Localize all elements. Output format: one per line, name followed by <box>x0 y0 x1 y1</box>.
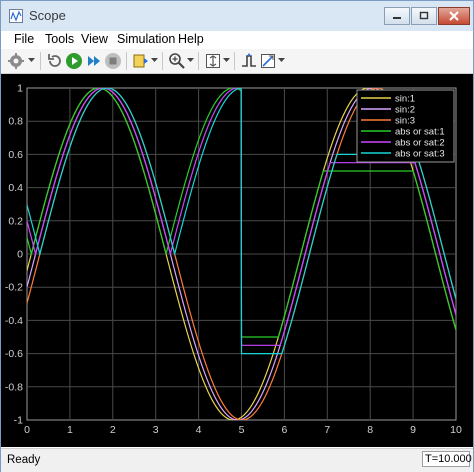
x-tick-label: 2 <box>110 424 116 436</box>
x-tick-label: 8 <box>367 424 373 436</box>
autoscale-icon[interactable] <box>204 52 222 70</box>
y-tick-label: 0.8 <box>8 116 23 128</box>
window-title: Scope <box>29 8 66 23</box>
menu-bar: File Tools View Simulation Help <box>1 31 473 49</box>
title-bar[interactable]: Scope <box>1 1 473 31</box>
chevron-down-icon[interactable] <box>28 57 35 63</box>
chevron-down-icon[interactable] <box>187 57 194 63</box>
toolbar-separator <box>234 52 235 70</box>
y-tick-label: 0.2 <box>8 215 23 227</box>
step-forward-icon[interactable] <box>85 52 103 70</box>
x-tick-label: 6 <box>281 424 287 436</box>
x-tick-label: 9 <box>410 424 416 436</box>
menu-help[interactable]: Help <box>178 32 204 46</box>
maximize-icon <box>419 11 429 20</box>
menu-simulation[interactable]: Simulation <box>117 32 175 46</box>
status-bar: Ready T=10.000 <box>1 448 473 472</box>
legend-label: sin:1 <box>395 94 415 105</box>
y-tick-label: 0.4 <box>8 182 23 194</box>
x-tick-label: 10 <box>450 424 462 436</box>
y-tick-label: -1 <box>14 415 23 427</box>
toolbar-separator <box>162 52 163 70</box>
menu-view[interactable]: View <box>81 32 108 46</box>
legend-label: abs or sat:1 <box>395 127 445 138</box>
x-tick-label: 1 <box>67 424 73 436</box>
y-tick-label: 1 <box>17 83 23 95</box>
close-button[interactable] <box>438 7 470 25</box>
chevron-down-icon[interactable] <box>278 57 285 63</box>
restore-layout-icon[interactable] <box>46 52 64 70</box>
toolbar-separator <box>126 52 127 70</box>
legend-label: sin:2 <box>395 105 415 116</box>
menu-tools[interactable]: Tools <box>45 32 74 46</box>
status-text: Ready <box>7 454 41 466</box>
cursor-measurements-icon[interactable] <box>259 52 277 70</box>
x-tick-label: 7 <box>324 424 330 436</box>
scope-chart[interactable]: 0 1 2 3 4 5 6 7 8 9 10 1 0.8 0.6 0.4 0.2 0 -0.2 -0.4 -0.6 -0… <box>1 74 473 447</box>
settings-icon[interactable] <box>7 52 25 70</box>
simulation-time: T=10.000 <box>422 451 472 467</box>
maximize-button[interactable] <box>411 7 437 25</box>
triggers-icon[interactable] <box>240 52 258 70</box>
legend-label: abs or sat:3 <box>395 149 445 160</box>
scope-app-icon <box>9 9 23 23</box>
minimize-button[interactable] <box>384 7 410 25</box>
x-tick-label: 4 <box>196 424 202 436</box>
legend-label: abs or sat:2 <box>395 138 445 149</box>
highlight-signal-icon[interactable] <box>132 52 150 70</box>
run-icon[interactable] <box>65 52 83 70</box>
y-tick-label: -0.8 <box>5 381 23 393</box>
stop-icon[interactable] <box>104 52 122 70</box>
zoom-icon[interactable] <box>168 52 186 70</box>
y-tick-label: -0.2 <box>5 282 23 294</box>
chevron-down-icon[interactable] <box>151 57 158 63</box>
x-tick-label: 0 <box>24 424 30 436</box>
y-tick-label: 0.6 <box>8 149 23 161</box>
toolbar-separator <box>198 52 199 70</box>
y-tick-label: -0.6 <box>5 348 23 360</box>
close-icon <box>449 11 459 21</box>
toolbar-separator <box>40 52 41 70</box>
plot-area[interactable]: 0 1 2 3 4 5 6 7 8 9 10 1 0.8 0.6 0.4 0.2 0 -0.2 -0.4 -0.6 -0… <box>1 74 473 447</box>
toolbar <box>1 49 473 74</box>
menu-file[interactable]: File <box>14 32 34 46</box>
plot-legend[interactable]: sin:1sin:2sin:3abs or sat:1abs or sat:2a… <box>356 89 455 163</box>
x-tick-label: 5 <box>239 424 245 436</box>
chevron-down-icon[interactable] <box>223 57 230 63</box>
legend-label: sin:3 <box>395 116 415 127</box>
y-tick-label: -0.4 <box>5 315 23 327</box>
scope-window: Scope File Tools View Simulation Help 0 … <box>0 0 474 472</box>
x-tick-label: 3 <box>153 424 159 436</box>
minimize-icon <box>393 17 401 19</box>
y-tick-label: 0 <box>17 249 23 261</box>
